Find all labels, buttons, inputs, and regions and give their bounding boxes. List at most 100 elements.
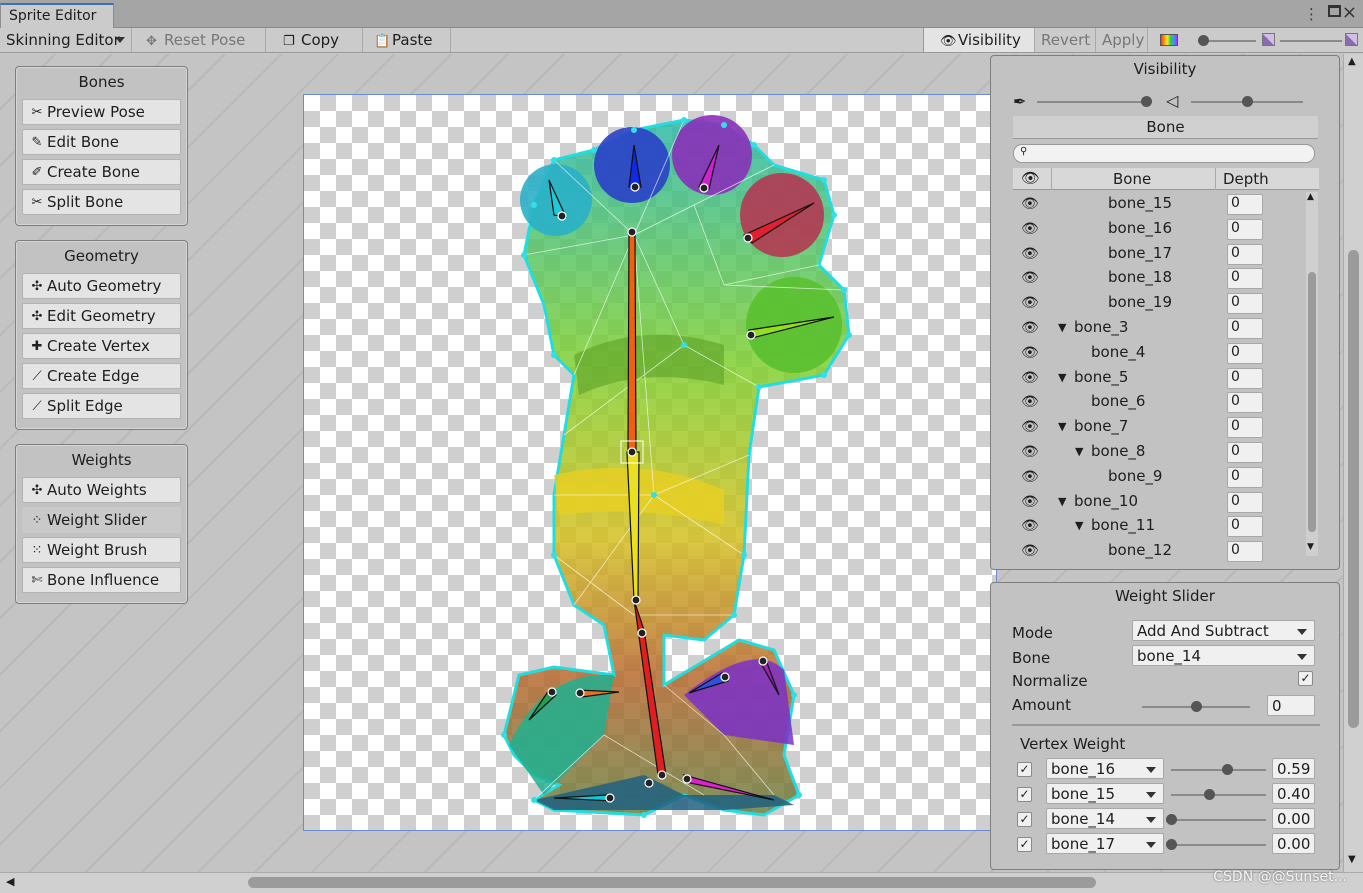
copy-button[interactable]: ❐ Copy xyxy=(277,28,363,52)
kebab-menu-icon[interactable]: ⋮ xyxy=(1304,5,1319,23)
scroll-up-icon[interactable]: ▲ xyxy=(1348,56,1356,67)
reset-pose-button[interactable]: ✥ Reset Pose xyxy=(140,28,266,52)
vertex-weight-slider[interactable] xyxy=(1166,839,1266,850)
vertex-weight-checkbox[interactable]: ✓ xyxy=(1017,812,1032,827)
bone-opacity-knob[interactable] xyxy=(1141,96,1152,107)
scroll-up-icon[interactable]: ▲ xyxy=(1307,192,1314,202)
eye-icon[interactable]: 👁 xyxy=(1021,246,1039,262)
vertex-weight-slider[interactable] xyxy=(1171,789,1266,800)
vertical-scrollbar-thumb[interactable] xyxy=(1348,250,1359,728)
depth-input[interactable]: 0 xyxy=(1227,194,1263,215)
vertex-weight-bone-dropdown[interactable]: bone_16 xyxy=(1046,758,1164,779)
split-edge-button[interactable]: ⟋ Split Edge xyxy=(22,393,181,419)
depth-input[interactable]: 0 xyxy=(1227,516,1263,538)
eye-icon[interactable]: 👁 xyxy=(1021,419,1039,435)
eye-icon[interactable]: 👁 xyxy=(1021,494,1039,510)
eye-icon[interactable]: 👁 xyxy=(1021,518,1039,534)
depth-input[interactable]: 0 xyxy=(1227,293,1263,315)
horizontal-scrollbar-thumb[interactable] xyxy=(248,877,1096,888)
eye-icon[interactable]: 👁 xyxy=(1021,196,1039,212)
depth-input[interactable]: 0 xyxy=(1227,367,1263,389)
apply-button[interactable]: Apply xyxy=(1096,28,1148,52)
vertex-weight-knob[interactable] xyxy=(1204,789,1215,800)
expand-arrow-icon[interactable]: ▼ xyxy=(1058,495,1066,508)
zoom-slider[interactable] xyxy=(1198,35,1256,46)
vertex-weight-value[interactable]: 0.00 xyxy=(1272,833,1315,854)
skinning-editor-dropdown[interactable]: Skinning Editor xyxy=(0,28,132,52)
revert-button[interactable]: Revert xyxy=(1035,28,1096,52)
tree-row[interactable]: 👁 ▼ bone_8 0 xyxy=(1013,440,1297,464)
eye-icon[interactable]: 👁 xyxy=(1021,320,1039,336)
vertex-weight-checkbox[interactable]: ✓ xyxy=(1017,837,1032,852)
tree-row[interactable]: 👁 ▼ bone_7 0 xyxy=(1013,415,1297,439)
vertex-weight-slider[interactable] xyxy=(1166,814,1266,825)
vertex-weight-slider[interactable] xyxy=(1171,764,1266,775)
vertex-weight-value[interactable]: 0.40 xyxy=(1272,783,1315,804)
vertex-weight-knob[interactable] xyxy=(1222,764,1234,775)
depth-input[interactable]: 0 xyxy=(1227,268,1263,290)
preview-pose-button[interactable]: ✂ Preview Pose xyxy=(22,99,181,125)
mode-dropdown[interactable]: Add And Subtract xyxy=(1132,620,1315,641)
bone-column-header[interactable]: Bone xyxy=(1113,170,1151,188)
scroll-down-icon[interactable]: ▼ xyxy=(1348,854,1356,865)
eye-icon[interactable]: 👁 xyxy=(1021,394,1039,410)
zoom-slider-knob[interactable] xyxy=(1198,35,1209,46)
edit-geometry-button[interactable]: ✣ Edit Geometry xyxy=(22,303,181,329)
expand-arrow-icon[interactable]: ▼ xyxy=(1058,321,1066,334)
sprite-editor-tab[interactable]: Sprite Editor xyxy=(0,3,114,28)
vertex-weight-checkbox[interactable]: ✓ xyxy=(1017,762,1032,777)
vertex-weight-bone-dropdown[interactable]: bone_17 xyxy=(1046,833,1164,854)
create-bone-button[interactable]: ✐ Create Bone xyxy=(22,159,181,185)
expand-arrow-icon[interactable]: ▼ xyxy=(1058,371,1066,384)
vertex-weight-knob[interactable] xyxy=(1166,839,1177,850)
normalize-checkbox[interactable]: ✓ xyxy=(1298,671,1313,686)
search-input[interactable]: ⚲ xyxy=(1013,144,1315,163)
depth-input[interactable]: 0 xyxy=(1227,342,1263,364)
tree-row[interactable]: 👁 bone_19 0 xyxy=(1013,291,1297,315)
mesh-opacity-knob[interactable] xyxy=(1242,96,1253,107)
depth-column-header[interactable]: Depth xyxy=(1223,170,1269,188)
auto-geometry-button[interactable]: ✣ Auto Geometry xyxy=(22,273,181,299)
eye-icon[interactable]: 👁 xyxy=(1021,295,1039,311)
tree-row[interactable]: 👁 bone_9 0 xyxy=(1013,465,1297,489)
eye-icon[interactable]: 👁 xyxy=(1021,469,1039,485)
maximize-icon[interactable] xyxy=(1328,5,1341,17)
weight-slider-button[interactable]: ⁘ Weight Slider xyxy=(22,507,181,533)
visibility-toggle-button[interactable]: 👁Visibility xyxy=(923,28,1035,52)
vertex-weight-bone-dropdown[interactable]: bone_15 xyxy=(1046,783,1164,804)
alpha-slider[interactable] xyxy=(1280,40,1342,42)
eye-column-icon[interactable]: 👁 xyxy=(1021,169,1040,187)
tree-row[interactable]: 👁 bone_16 0 xyxy=(1013,217,1297,241)
depth-input[interactable]: 0 xyxy=(1227,218,1263,240)
create-edge-button[interactable]: ⟋ Create Edge xyxy=(22,363,181,389)
eye-icon[interactable]: 👁 xyxy=(1021,345,1039,361)
tab-bone[interactable]: Bone xyxy=(1013,116,1318,139)
create-vertex-button[interactable]: ✚ Create Vertex xyxy=(22,333,181,359)
vertex-weight-bone-dropdown[interactable]: bone_14 xyxy=(1046,808,1164,829)
depth-input[interactable]: 0 xyxy=(1227,392,1263,414)
depth-input[interactable]: 0 xyxy=(1227,541,1263,563)
horizontal-scrollbar[interactable]: ◀ xyxy=(0,872,1363,893)
tree-row[interactable]: 👁 bone_4 0 xyxy=(1013,341,1297,365)
scroll-left-icon[interactable]: ◀ xyxy=(6,875,14,888)
amount-slider-knob[interactable] xyxy=(1191,701,1202,712)
mesh-opacity-slider[interactable] xyxy=(1191,96,1303,107)
depth-input[interactable]: 0 xyxy=(1227,442,1263,463)
depth-input[interactable]: 0 xyxy=(1227,243,1263,265)
depth-input[interactable]: 0 xyxy=(1227,417,1263,439)
expand-arrow-icon[interactable]: ▼ xyxy=(1075,445,1083,458)
depth-input[interactable]: 0 xyxy=(1227,491,1263,513)
eye-icon[interactable]: 👁 xyxy=(1021,221,1039,237)
tree-row[interactable]: 👁 bone_17 0 xyxy=(1013,242,1297,266)
tree-row[interactable]: 👁 ▼ bone_10 0 xyxy=(1013,490,1297,514)
tree-scrollbar[interactable]: ▲ ▼ xyxy=(1306,192,1318,556)
amount-input[interactable]: 0 xyxy=(1267,695,1315,716)
tree-row[interactable]: 👁 bone_18 0 xyxy=(1013,266,1297,290)
sprite-viewport[interactable] xyxy=(303,94,997,831)
weight-brush-button[interactable]: ⁙ Weight Brush xyxy=(22,537,181,563)
depth-input[interactable]: 0 xyxy=(1227,318,1263,339)
eye-icon[interactable]: 👁 xyxy=(1021,270,1039,286)
expand-arrow-icon[interactable]: ▼ xyxy=(1075,519,1083,532)
eye-icon[interactable]: 👁 xyxy=(1021,370,1039,386)
vertex-weight-value[interactable]: 0.59 xyxy=(1272,758,1315,779)
